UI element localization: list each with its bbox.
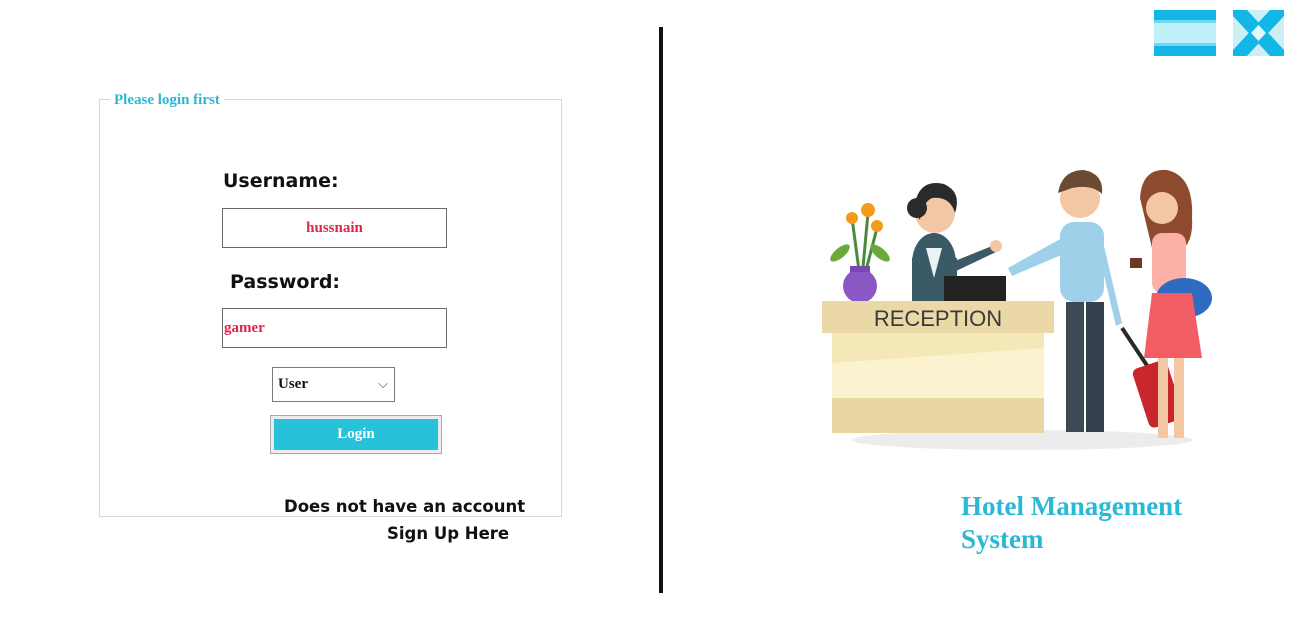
login-group-title: Please login first — [110, 92, 224, 109]
minimize-icon[interactable] — [1154, 10, 1216, 56]
reception-illustration: RECEPTION — [822, 169, 1212, 450]
password-label: Password: — [230, 271, 341, 293]
login-button-label: Login — [274, 419, 438, 450]
flower-pot-icon — [830, 203, 890, 303]
username-input[interactable]: hussnain — [222, 208, 447, 248]
app-title-line1: Hotel Management — [961, 491, 1183, 521]
chevron-down-icon: ⌵ — [378, 377, 388, 392]
app-title-line2: System — [961, 524, 1044, 554]
app-title: Hotel Management System — [961, 490, 1261, 556]
signup-link[interactable]: Sign Up Here — [387, 524, 509, 543]
role-select[interactable]: User ⌵ — [272, 367, 395, 402]
password-input[interactable]: gamer — [222, 308, 447, 348]
login-button[interactable]: Login — [270, 415, 442, 454]
no-account-text: Does not have an account — [266, 497, 544, 516]
vertical-divider — [659, 27, 663, 593]
close-icon[interactable] — [1233, 10, 1284, 56]
reception-sign-text: RECEPTION — [874, 306, 1002, 331]
role-select-value: User — [278, 376, 308, 392]
username-label: Username: — [223, 170, 339, 192]
